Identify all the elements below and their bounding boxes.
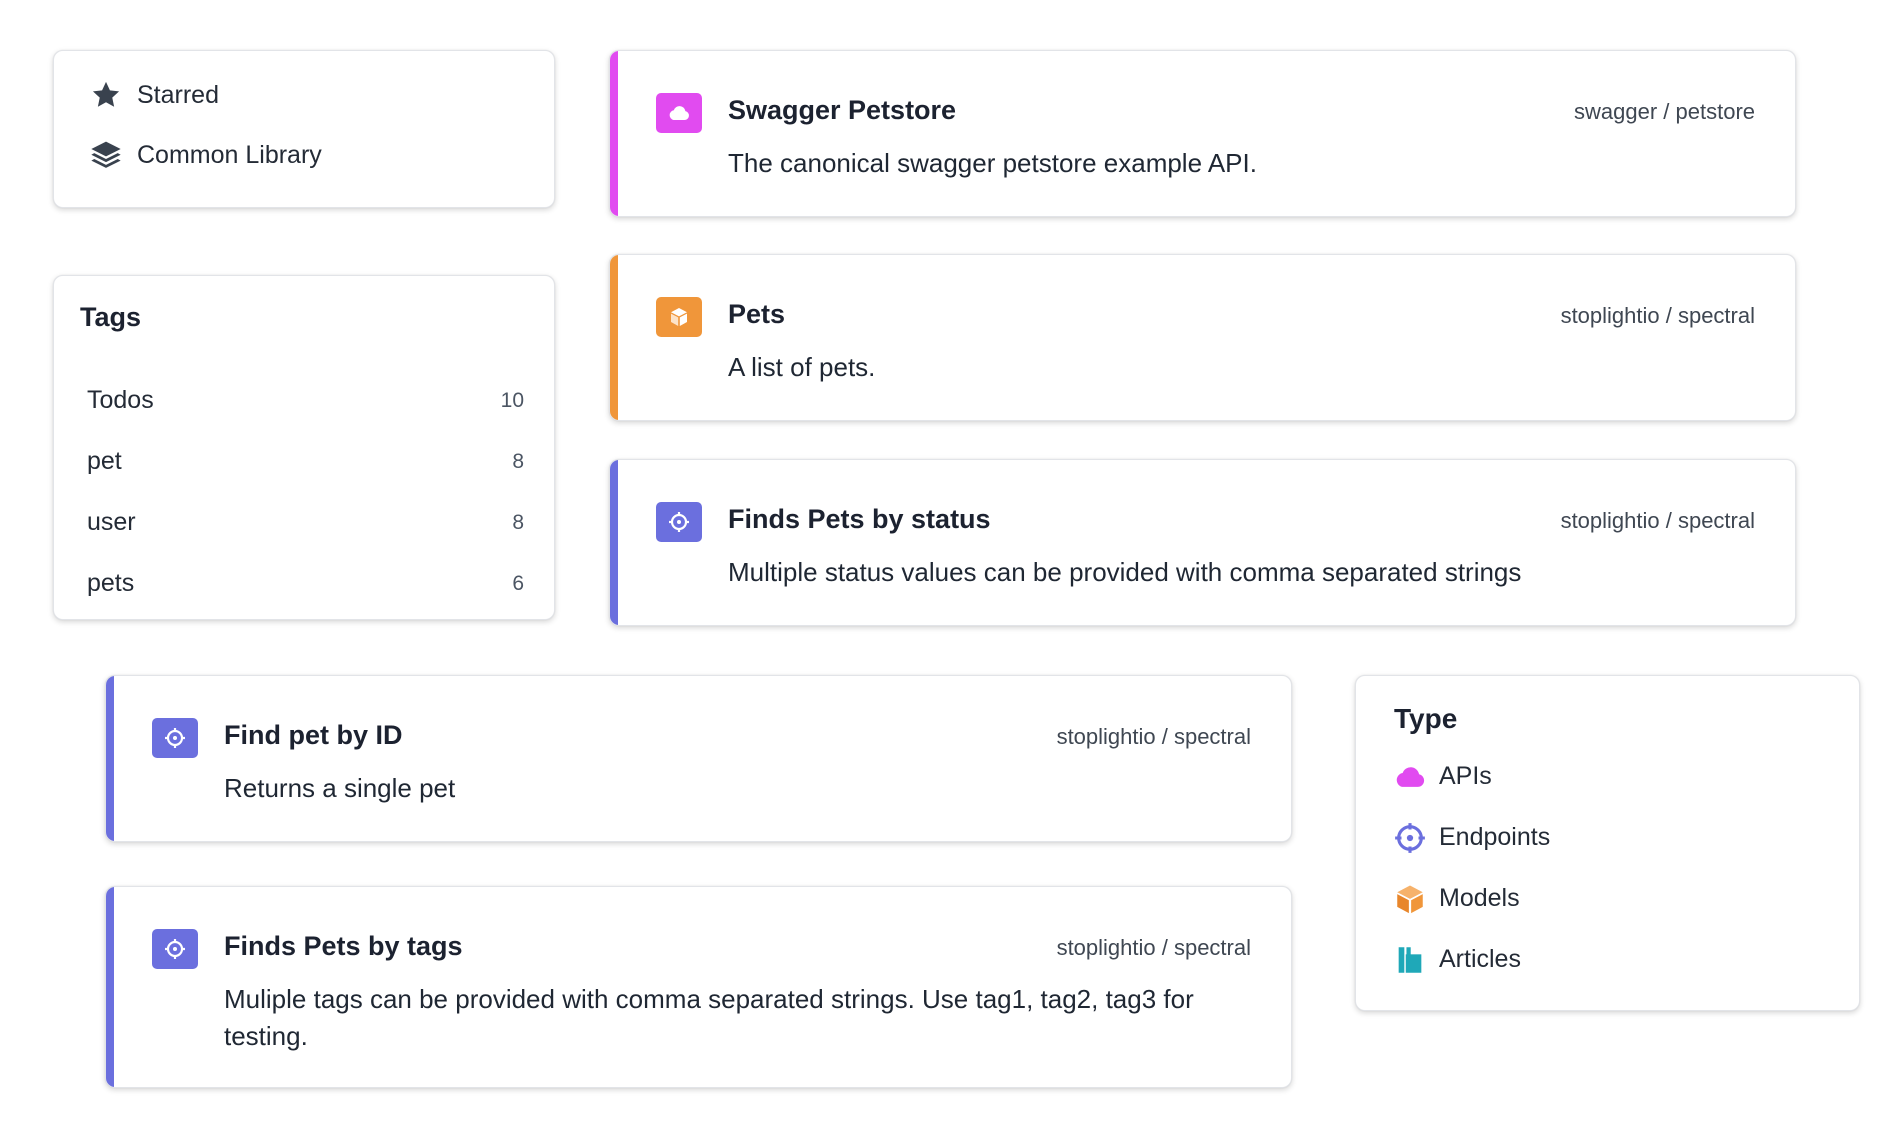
- tag-count: 10: [500, 388, 524, 412]
- result-type-badge: [656, 297, 702, 337]
- result-description: Muliple tags can be provided with comma …: [224, 984, 1194, 1051]
- result-title: Finds Pets by status: [728, 504, 991, 534]
- tags-card: Tags Todos 10 pet 8 user 8 pets 6: [53, 275, 555, 620]
- type-label: Articles: [1439, 945, 1521, 973]
- result-repo-path: swagger / petstore: [1574, 99, 1755, 124]
- result-accent-bar: [106, 887, 114, 1087]
- tags-heading: Tags: [80, 302, 142, 332]
- result-type-badge: [152, 718, 198, 758]
- cube-icon: [671, 308, 687, 326]
- result-accent-bar: [610, 51, 618, 216]
- result-title: Finds Pets by tags: [224, 931, 463, 961]
- result-title: Pets: [728, 299, 786, 329]
- tag-item-todos[interactable]: Todos 10: [54, 370, 554, 431]
- search-result-card[interactable]: Finds Pets by tags stoplightio / spectra…: [105, 886, 1292, 1088]
- tag-count: 8: [512, 510, 524, 534]
- tag-item-user[interactable]: user 8: [54, 492, 554, 553]
- quick-links-card: Starred Common Library: [53, 50, 555, 208]
- type-label: Endpoints: [1439, 823, 1551, 851]
- crosshairs-icon: [165, 728, 185, 748]
- result-type-badge: [656, 502, 702, 542]
- crosshairs-icon: [165, 939, 185, 959]
- cube-icon: [1397, 885, 1423, 913]
- tag-count: 8: [512, 449, 524, 473]
- search-result-card[interactable]: Swagger Petstore swagger / petstore The …: [609, 50, 1796, 217]
- tag-label: pets: [87, 569, 135, 597]
- result-title: Swagger Petstore: [728, 95, 957, 125]
- result-repo-path: stoplightio / spectral: [1056, 935, 1251, 960]
- type-item-apis[interactable]: APIs: [1356, 746, 1859, 807]
- result-type-badge: [656, 93, 702, 133]
- tag-list: Todos 10 pet 8 user 8 pets 6: [54, 370, 554, 614]
- nav-item-label: Starred: [137, 80, 219, 109]
- tag-count: 6: [512, 571, 524, 595]
- result-repo-path: stoplightio / spectral: [1056, 724, 1251, 749]
- nav-item-starred[interactable]: Starred: [54, 65, 554, 125]
- cloud-icon: [669, 106, 689, 120]
- tag-item-pets[interactable]: pets 6: [54, 553, 554, 614]
- tag-label: Todos: [87, 386, 154, 414]
- book-icon: [1398, 946, 1422, 973]
- result-description: A list of pets.: [728, 352, 876, 382]
- search-result-card[interactable]: Finds Pets by status stoplightio / spect…: [609, 459, 1796, 626]
- result-description: Multiple status values can be provided w…: [728, 557, 1522, 587]
- crosshairs-icon: [669, 512, 689, 532]
- result-accent-bar: [610, 460, 618, 625]
- type-label: APIs: [1439, 762, 1492, 790]
- type-list: APIs Endpoints Models Articles: [1356, 746, 1859, 990]
- type-filter-card: Type APIs Endpoints Models Articles: [1355, 675, 1860, 1011]
- result-accent-bar: [106, 676, 114, 841]
- cloud-icon: [1396, 766, 1425, 787]
- result-description: The canonical swagger petstore example A…: [728, 148, 1257, 178]
- tag-label: user: [87, 508, 136, 536]
- result-accent-bar: [610, 255, 618, 420]
- type-item-endpoints[interactable]: Endpoints: [1356, 807, 1859, 868]
- star-icon: [92, 81, 120, 107]
- result-title: Find pet by ID: [224, 720, 403, 750]
- type-label: Models: [1439, 884, 1520, 912]
- search-result-card[interactable]: Pets stoplightio / spectral A list of pe…: [609, 254, 1796, 421]
- result-repo-path: stoplightio / spectral: [1560, 508, 1755, 533]
- type-item-models[interactable]: Models: [1356, 868, 1859, 929]
- tag-label: pet: [87, 447, 122, 475]
- type-heading: Type: [1394, 703, 1458, 734]
- result-repo-path: stoplightio / spectral: [1560, 303, 1755, 328]
- result-description: Returns a single pet: [224, 773, 456, 803]
- nav-item-label: Common Library: [137, 140, 322, 169]
- nav-item-common-library[interactable]: Common Library: [54, 125, 554, 185]
- result-type-badge: [152, 929, 198, 969]
- tag-item-pet[interactable]: pet 8: [54, 431, 554, 492]
- layers-icon: [91, 141, 121, 168]
- type-item-articles[interactable]: Articles: [1356, 929, 1859, 990]
- search-result-card[interactable]: Find pet by ID stoplightio / spectral Re…: [105, 675, 1292, 842]
- crosshairs-icon: [1395, 822, 1425, 853]
